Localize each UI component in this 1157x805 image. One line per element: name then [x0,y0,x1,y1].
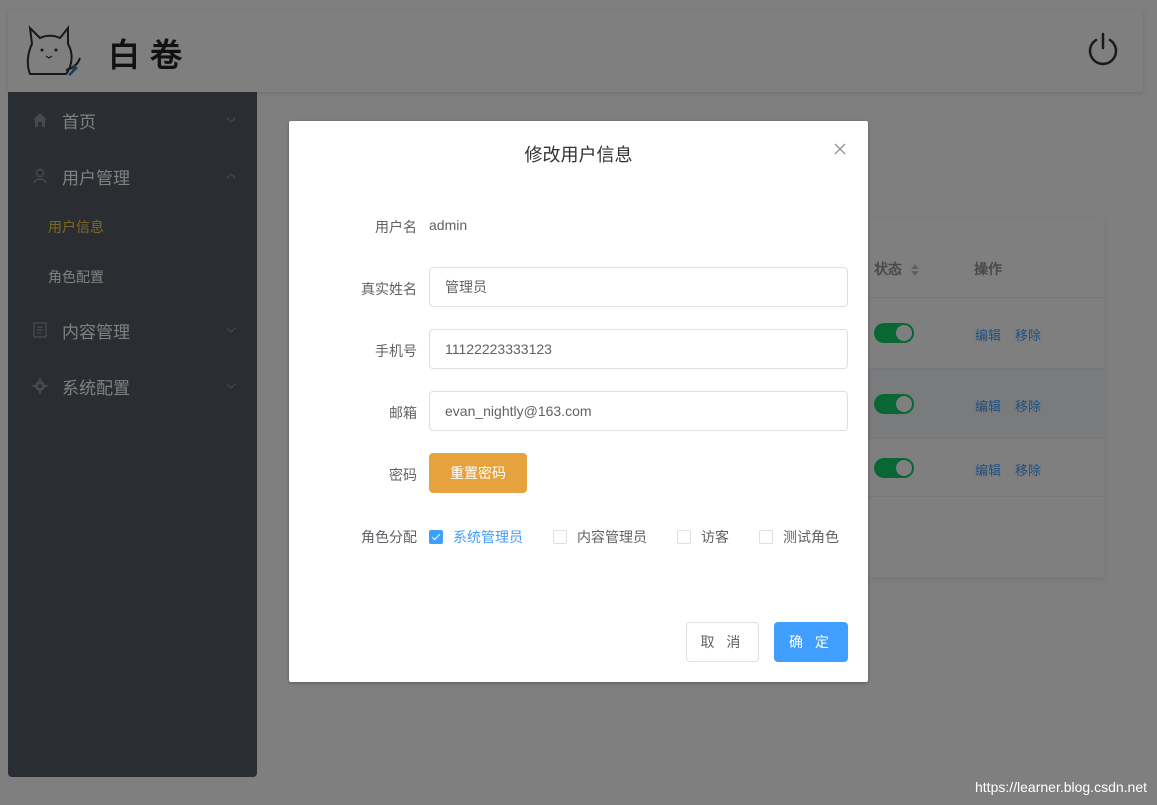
realname-label: 真实姓名 [361,281,417,297]
edit-user-dialog: 修改用户信息 用户名 admin 真实姓名 手机号 邮箱 密码 重置密码 角色分… [289,121,868,682]
checkbox-label: 系统管理员 [453,529,523,545]
checkbox-label: 内容管理员 [577,529,647,545]
roles-label: 角色分配 [361,529,417,545]
role-checkbox-visitor[interactable]: 访客 [677,527,729,547]
username-label: 用户名 [375,219,417,235]
dialog-title: 修改用户信息 [524,145,633,165]
realname-input[interactable] [429,267,848,307]
email-input[interactable] [429,391,848,431]
reset-password-button[interactable]: 重置密码 [429,453,527,493]
username-value: admin [429,217,468,233]
checkbox-label: 访客 [701,529,729,545]
confirm-button[interactable]: 确 定 [774,622,848,662]
close-icon[interactable] [834,143,846,155]
role-checkbox-system-admin[interactable]: 系统管理员 [429,527,523,547]
email-label: 邮箱 [389,405,417,421]
password-label: 密码 [389,467,417,483]
checkbox-box[interactable] [429,530,443,544]
role-checkbox-content-admin[interactable]: 内容管理员 [553,527,647,547]
app-page: 白卷 首页 用户管理 用户信息 角色配置 [0,0,1157,805]
cancel-button[interactable]: 取 消 [686,622,759,662]
checkbox-box[interactable] [759,530,773,544]
watermark-text: https://learner.blog.csdn.net [975,779,1147,795]
phone-label: 手机号 [375,343,417,359]
checkbox-label: 测试角色 [783,529,839,545]
phone-input[interactable] [429,329,848,369]
role-checkbox-test[interactable]: 测试角色 [759,527,839,547]
checkbox-box[interactable] [553,530,567,544]
checkbox-box[interactable] [677,530,691,544]
